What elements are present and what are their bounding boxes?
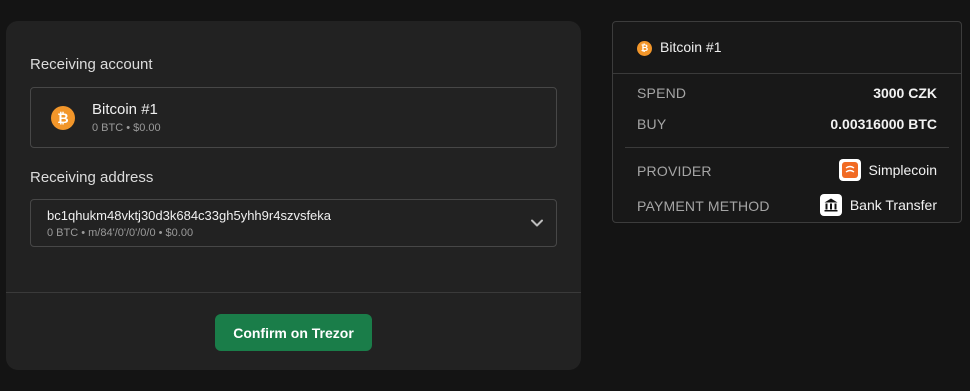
payment-method-value: Bank Transfer (819, 194, 937, 216)
confirm-on-trezor-button[interactable]: Confirm on Trezor (215, 314, 372, 351)
chevron-down-icon[interactable] (530, 216, 544, 230)
provider-value: Simplecoin (838, 159, 937, 181)
buy-label: BUY (637, 116, 667, 132)
provider-name: Simplecoin (868, 162, 937, 178)
account-balance: 0 BTC • $0.00 (92, 122, 161, 134)
account-name: Bitcoin #1 (92, 101, 158, 118)
address-meta: 0 BTC • m/84'/0'/0'/0/0 • $0.00 (47, 227, 194, 239)
summary-header: ₿ Bitcoin #1 (613, 22, 961, 74)
divider (6, 292, 581, 293)
spend-label: SPEND (637, 85, 687, 101)
receiving-account-field[interactable]: ₿ Bitcoin #1 0 BTC • $0.00 (30, 87, 557, 148)
bank-icon (819, 194, 842, 216)
receive-card: Receiving account ₿ Bitcoin #1 0 BTC • $… (6, 21, 581, 370)
receiving-address-label: Receiving address (30, 169, 154, 186)
page: Receiving account ₿ Bitcoin #1 0 BTC • $… (0, 0, 970, 391)
spend-value: 3000 CZK (873, 85, 937, 101)
buy-value: 0.00316000 BTC (830, 116, 937, 132)
receiving-address-select[interactable]: bc1qhukm48vktj30d3k684c33gh5yhh9r4szvsfe… (30, 199, 557, 247)
simplecoin-logo-icon (838, 159, 861, 181)
provider-label: PROVIDER (637, 163, 712, 179)
summary-card: ₿ Bitcoin #1 SPEND 3000 CZK BUY 0.003160… (612, 21, 962, 223)
bitcoin-icon: ₿ (637, 41, 652, 56)
payment-method-name: Bank Transfer (849, 197, 937, 213)
receiving-account-label: Receiving account (30, 56, 153, 73)
summary-title: Bitcoin #1 (660, 39, 722, 55)
payment-method-label: PAYMENT METHOD (637, 198, 770, 214)
bitcoin-icon: ₿ (51, 106, 75, 130)
address-value: bc1qhukm48vktj30d3k684c33gh5yhh9r4szvsfe… (47, 208, 332, 223)
summary-divider (625, 147, 949, 148)
